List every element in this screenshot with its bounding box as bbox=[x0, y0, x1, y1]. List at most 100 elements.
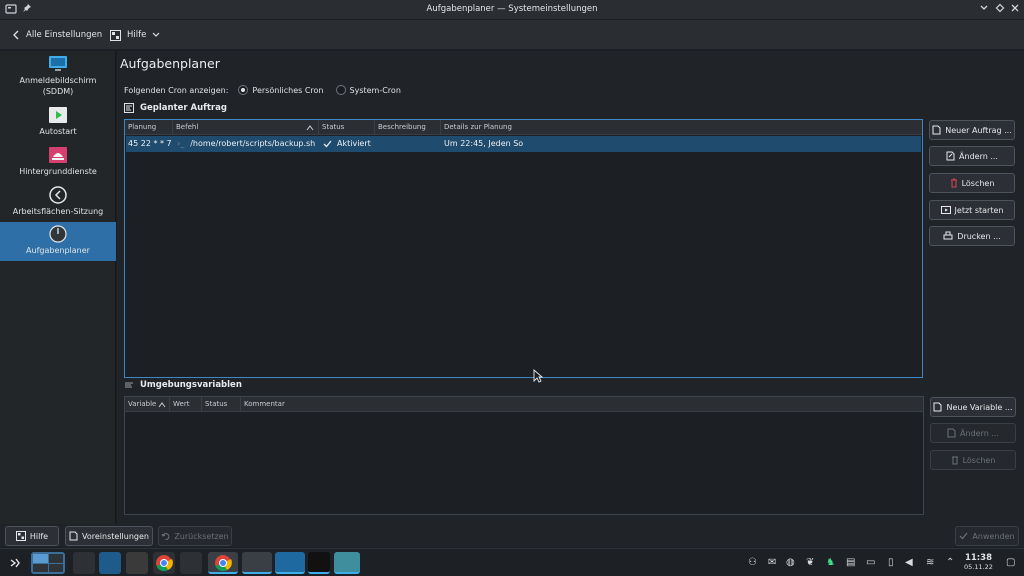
trash-icon bbox=[950, 178, 957, 188]
env-section-header: Umgebungsvariablen bbox=[124, 380, 242, 390]
edit-task-button[interactable]: Ändern ... bbox=[929, 146, 1015, 166]
task-chrome[interactable] bbox=[208, 552, 238, 574]
device-tray-icon[interactable]: ▭ bbox=[866, 557, 875, 568]
reset-button[interactable]: Zurücksetzen bbox=[158, 526, 232, 546]
footer-help-button[interactable]: Hilfe bbox=[5, 526, 59, 546]
main-panel: Aufgabenplaner Folgenden Cron anzeigen: … bbox=[117, 51, 1024, 524]
chevron-up-icon[interactable]: ⌃ bbox=[946, 557, 954, 568]
radio-button-checked[interactable] bbox=[238, 85, 249, 95]
column-header-kommentar[interactable]: Kommentar bbox=[241, 397, 924, 412]
terminal-launcher-icon[interactable] bbox=[73, 552, 95, 574]
sidebar-item-sddm[interactable]: Anmeldebildschirm (SDDM) bbox=[0, 53, 116, 103]
print-button[interactable]: Drucken ... bbox=[929, 226, 1015, 246]
column-header-planung[interactable]: Planung bbox=[125, 120, 173, 135]
back-button[interactable]: Alle Einstellungen bbox=[12, 27, 102, 43]
button-label: Neuer Auftrag ... bbox=[945, 125, 1012, 135]
column-header-wert[interactable]: Wert bbox=[170, 397, 202, 412]
leaf-tray-icon[interactable]: ❦ bbox=[806, 557, 814, 568]
cell-status-text: Aktiviert bbox=[337, 139, 371, 148]
radio-label: System-Cron bbox=[349, 85, 401, 95]
button-label: Zurücksetzen bbox=[174, 531, 229, 541]
sidebar-item-scheduler[interactable]: Aufgabenplaner bbox=[0, 222, 116, 261]
env-table-header: Variable Wert Status Kommentar bbox=[125, 397, 923, 412]
steam-tray-icon[interactable]: ◍ bbox=[786, 557, 795, 568]
column-header-details[interactable]: Details zur Planung bbox=[441, 120, 923, 135]
variables-icon bbox=[125, 382, 133, 388]
close-icon[interactable] bbox=[1008, 3, 1022, 17]
sidebar-item-autostart[interactable]: Autostart bbox=[0, 106, 116, 142]
tasks-table-header: Planung Befehl Status Beschreibung Detai… bbox=[125, 120, 922, 135]
phone-tray-icon[interactable]: ▯ bbox=[888, 557, 894, 568]
new-variable-button[interactable]: Neue Variable ... bbox=[930, 397, 1016, 417]
radio-system-cron[interactable]: System-Cron bbox=[335, 85, 401, 95]
new-task-button[interactable]: Neuer Auftrag ... bbox=[929, 120, 1015, 140]
show-desktop-icon[interactable]: ▢ bbox=[1006, 557, 1015, 568]
clock-icon bbox=[49, 225, 67, 243]
column-header-label: Befehl bbox=[176, 123, 199, 131]
defaults-button[interactable]: Voreinstellungen bbox=[65, 526, 153, 546]
env-table[interactable]: Variable Wert Status Kommentar bbox=[124, 396, 924, 515]
sort-ascending-icon bbox=[158, 402, 166, 408]
task-system-settings[interactable] bbox=[334, 552, 360, 574]
radio-personal-cron[interactable]: Persönliches Cron bbox=[238, 85, 324, 95]
virtual-desktop-pager[interactable] bbox=[31, 552, 65, 574]
task-files[interactable] bbox=[275, 552, 305, 574]
button-label: Löschen bbox=[962, 455, 996, 465]
delete-task-button[interactable]: Löschen bbox=[929, 173, 1015, 193]
button-label: Jetzt starten bbox=[954, 205, 1004, 215]
apply-button[interactable]: Anwenden bbox=[955, 526, 1019, 546]
ghost-tray-icon[interactable]: ♞ bbox=[826, 557, 835, 568]
help-menu-button[interactable]: Hilfe bbox=[110, 27, 160, 43]
network-tray-icon[interactable]: ⚇ bbox=[748, 557, 757, 568]
file-manager-launcher-icon[interactable] bbox=[99, 552, 121, 574]
button-label: Löschen bbox=[961, 178, 995, 188]
footer-bar: Hilfe Voreinstellungen Zurücksetzen Anwe… bbox=[0, 524, 1024, 547]
run-now-button[interactable]: Jetzt starten bbox=[929, 200, 1015, 220]
edit-variable-button[interactable]: Ändern ... bbox=[930, 423, 1016, 443]
desktop-1[interactable] bbox=[33, 554, 48, 563]
radio-button[interactable] bbox=[335, 85, 346, 95]
sidebar-item-label: Aufgabenplaner bbox=[26, 246, 90, 255]
button-label: Ändern ... bbox=[960, 428, 999, 438]
button-label: Anwenden bbox=[972, 531, 1015, 541]
mail-tray-icon[interactable]: ✉ bbox=[768, 557, 776, 568]
task-terminal[interactable] bbox=[242, 552, 272, 574]
sidebar-item-label: Autostart bbox=[39, 127, 77, 136]
clock[interactable]: 11:38 05.11.22 bbox=[964, 554, 993, 572]
desktop-4[interactable] bbox=[48, 563, 63, 572]
column-header-status[interactable]: Status bbox=[319, 120, 375, 135]
help-label: Hilfe bbox=[127, 30, 147, 40]
trash-icon bbox=[951, 456, 958, 465]
document-icon bbox=[69, 531, 78, 541]
desktop-3[interactable] bbox=[33, 563, 48, 572]
app-launcher-icon[interactable] bbox=[9, 557, 21, 569]
sort-ascending-icon bbox=[306, 125, 314, 131]
new-document-icon bbox=[932, 125, 941, 135]
sidebar-item-services[interactable]: Hintergrunddienste bbox=[0, 146, 116, 182]
maximize-icon[interactable] bbox=[993, 3, 1007, 17]
column-header-status[interactable]: Status bbox=[202, 397, 241, 412]
column-header-variable[interactable]: Variable bbox=[125, 397, 170, 412]
checkmark-icon bbox=[323, 140, 332, 148]
chrome-launcher-icon[interactable] bbox=[153, 552, 175, 574]
clock-time: 11:38 bbox=[964, 553, 992, 563]
column-header-beschreibung[interactable]: Beschreibung bbox=[375, 120, 441, 135]
minimize-icon[interactable] bbox=[977, 3, 991, 17]
clipboard-tray-icon[interactable]: ▤ bbox=[846, 557, 855, 568]
help-icon bbox=[110, 29, 121, 41]
task-terminal-2[interactable] bbox=[308, 552, 330, 574]
cell-befehl-text: /home/robert/scripts/backup.sh bbox=[190, 139, 316, 148]
edit-icon bbox=[946, 151, 955, 161]
delete-variable-button[interactable]: Löschen bbox=[930, 450, 1016, 470]
column-header-befehl[interactable]: Befehl bbox=[173, 120, 319, 135]
messenger-launcher-icon[interactable] bbox=[180, 552, 202, 574]
sidebar-item-session[interactable]: Arbeitsflächen-Sitzung bbox=[0, 186, 116, 222]
notes-launcher-icon[interactable] bbox=[126, 552, 148, 574]
column-header-label: Variable bbox=[128, 400, 157, 408]
tasks-table[interactable]: Planung Befehl Status Beschreibung Detai… bbox=[124, 119, 923, 378]
wifi-tray-icon[interactable]: ≋ bbox=[926, 557, 934, 568]
volume-tray-icon[interactable]: ◀ bbox=[905, 557, 913, 568]
button-label: Ändern ... bbox=[959, 151, 998, 161]
undo-icon bbox=[161, 532, 170, 540]
desktop-2[interactable] bbox=[48, 554, 63, 563]
